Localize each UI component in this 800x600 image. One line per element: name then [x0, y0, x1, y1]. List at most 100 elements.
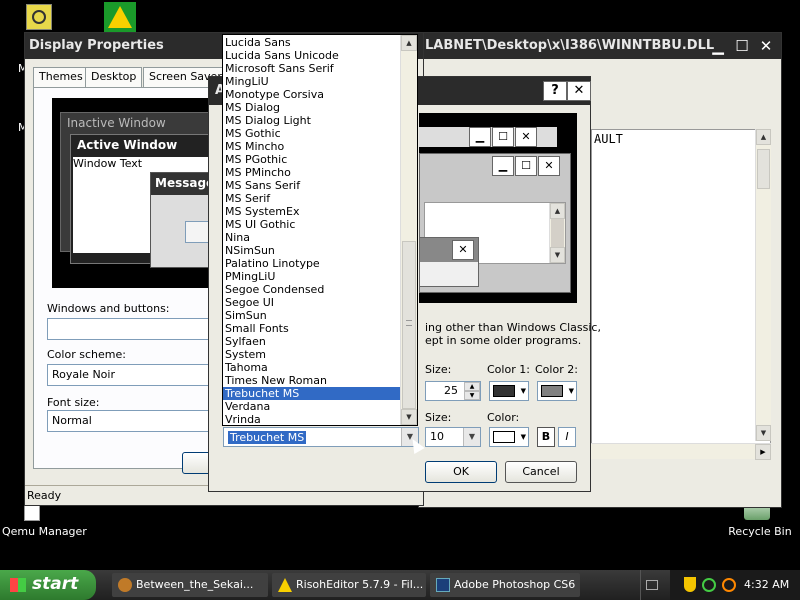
font-option[interactable]: Monotype Corsiva	[223, 88, 401, 101]
font-option[interactable]: Trebuchet MS	[223, 387, 401, 400]
network-icon[interactable]	[702, 578, 716, 592]
font-color-swatch	[493, 431, 515, 443]
font-option[interactable]: Lucida Sans	[223, 36, 401, 49]
keyboard-icon[interactable]	[646, 580, 658, 590]
qemu-manager-icon[interactable]	[24, 505, 40, 521]
taskbar-item-risoheditor[interactable]: RisohEditor 5.7.9 - Fil...	[272, 573, 426, 597]
font-option[interactable]: SimSun	[223, 309, 401, 322]
advanced-preview[interactable]: ▁ ☐ ✕ ▁ ☐ ✕ ▲ ▼ ✕	[419, 113, 577, 303]
italic-button[interactable]: I	[558, 427, 576, 447]
color-scheme-label: Color scheme:	[47, 348, 126, 361]
font-option[interactable]: Lucida Sans Unicode	[223, 49, 401, 62]
preview-message-box: ✕	[419, 237, 479, 287]
hex-view-scrollbar[interactable]: ▲ ▼	[755, 129, 771, 441]
font-size-select[interactable]: 10 ▼	[425, 427, 481, 447]
tab-themes[interactable]: Themes	[33, 67, 89, 87]
chevron-down-icon[interactable]: ▼	[463, 428, 480, 446]
font-option[interactable]: MS Sans Serif	[223, 179, 401, 192]
hex-view-area[interactable]: AULT	[591, 129, 771, 457]
system-tray: 4:32 AM	[670, 570, 800, 600]
item-note: ing other than Windows Classic, ept in s…	[425, 321, 601, 347]
start-button[interactable]: start	[0, 570, 96, 600]
scroll-up-arrow[interactable]: ▲	[756, 129, 771, 145]
font-option[interactable]: MS Serif	[223, 192, 401, 205]
windows-and-buttons-select[interactable]	[47, 318, 223, 340]
font-list-scrollbar[interactable]: ▲ ▼	[400, 35, 417, 425]
font-option[interactable]: MS UI Gothic	[223, 218, 401, 231]
font-option[interactable]: NSimSun	[223, 244, 401, 257]
desktop-icon-top-1[interactable]	[26, 4, 52, 30]
start-label: start	[32, 574, 79, 594]
preview-inactive-titlebar: ▁ ☐ ✕	[419, 127, 557, 147]
preview-area: Inactive Window Active Window Window Tex…	[52, 98, 214, 288]
font-option[interactable]: MingLiU	[223, 75, 401, 88]
search-icon[interactable]	[722, 578, 736, 592]
triangle-icon	[278, 578, 292, 592]
minimize-button[interactable]: ▁	[707, 36, 729, 56]
item-size-spinner[interactable]: 25 ▲ ▼	[425, 381, 481, 401]
preview-active-title: Active Window	[77, 138, 178, 152]
maximize-icon: ☐	[515, 156, 537, 176]
close-icon: ✕	[515, 127, 537, 147]
scroll-right-arrow[interactable]: ▶	[755, 444, 771, 460]
font-option[interactable]: MS Dialog	[223, 101, 401, 114]
font-color-picker[interactable]: ▼	[489, 427, 529, 447]
font-size-value: 10	[430, 430, 444, 443]
color-scheme-select[interactable]: Royale Noir	[47, 364, 223, 386]
taskbar-item-photoshop[interactable]: Adobe Photoshop CS6	[430, 573, 580, 597]
spin-down-arrow[interactable]: ▼	[464, 391, 480, 400]
font-option[interactable]: PMingLiU	[223, 270, 401, 283]
font-option[interactable]: Small Fonts	[223, 322, 401, 335]
ok-button[interactable]: OK	[425, 461, 497, 483]
maximize-button[interactable]: ☐	[731, 36, 753, 56]
spin-up-arrow[interactable]: ▲	[464, 382, 480, 391]
grip-icon	[406, 320, 412, 326]
clock[interactable]: 4:32 AM	[744, 578, 789, 591]
preview-message-box: Message	[150, 172, 214, 268]
font-option[interactable]: Palatino Linotype	[223, 257, 401, 270]
bold-button[interactable]: B	[537, 427, 555, 447]
font-option[interactable]: MS SystemEx	[223, 205, 401, 218]
hex-view-hscrollbar[interactable]: ▶	[591, 443, 771, 460]
font-option[interactable]: Microsoft Sans Serif	[223, 62, 401, 75]
font-select[interactable]: Trebuchet MS ▼	[223, 427, 419, 447]
scroll-down-arrow[interactable]: ▼	[401, 409, 417, 425]
cancel-button[interactable]: Cancel	[505, 461, 577, 483]
taskbar-item-between[interactable]: Between_the_Sekai...	[112, 573, 268, 597]
font-option[interactable]: MS PGothic	[223, 153, 401, 166]
help-button[interactable]: ?	[543, 81, 567, 101]
scroll-thumb[interactable]	[402, 241, 416, 409]
font-option[interactable]: Nina	[223, 231, 401, 244]
scroll-down-arrow[interactable]: ▼	[756, 425, 771, 441]
qemu-manager-label[interactable]: Qemu Manager	[2, 525, 87, 538]
font-option[interactable]: MS Mincho	[223, 140, 401, 153]
font-option[interactable]: MS PMincho	[223, 166, 401, 179]
font-option[interactable]: MS Gothic	[223, 127, 401, 140]
font-size-select[interactable]: Normal	[47, 410, 223, 432]
tab-desktop[interactable]: Desktop	[85, 67, 143, 87]
font-option[interactable]: Sylfaen	[223, 335, 401, 348]
font-dropdown-list[interactable]: Lucida Sans Lucida Sans Unicode Microsoft …	[222, 34, 418, 426]
chevron-down-icon: ▼	[520, 387, 526, 395]
status-text: Ready	[27, 489, 62, 502]
font-option[interactable]: Times New Roman	[223, 374, 401, 387]
close-icon: ✕	[538, 156, 560, 176]
font-option[interactable]: Segoe UI	[223, 296, 401, 309]
scroll-up-arrow[interactable]: ▲	[401, 35, 417, 51]
desktop-icon-top-2[interactable]	[104, 2, 136, 32]
close-button[interactable]: ✕	[755, 36, 777, 56]
font-option[interactable]: System	[223, 348, 401, 361]
font-option[interactable]: Segoe Condensed	[223, 283, 401, 296]
triangle-icon	[108, 6, 132, 28]
color1-picker[interactable]: ▼	[489, 381, 529, 401]
recycle-bin-label[interactable]: Recycle Bin	[728, 525, 792, 538]
taskbar-item-label: RisohEditor 5.7.9 - Fil...	[296, 578, 424, 591]
scroll-thumb[interactable]	[757, 149, 770, 189]
shield-icon[interactable]	[684, 577, 696, 592]
font-option[interactable]: MS Dialog Light	[223, 114, 401, 127]
color2-picker[interactable]: ▼	[537, 381, 577, 401]
font-option[interactable]: Vrinda	[223, 413, 401, 425]
font-option[interactable]: Tahoma	[223, 361, 401, 374]
close-button[interactable]: ✕	[567, 81, 591, 101]
font-option[interactable]: Verdana	[223, 400, 401, 413]
